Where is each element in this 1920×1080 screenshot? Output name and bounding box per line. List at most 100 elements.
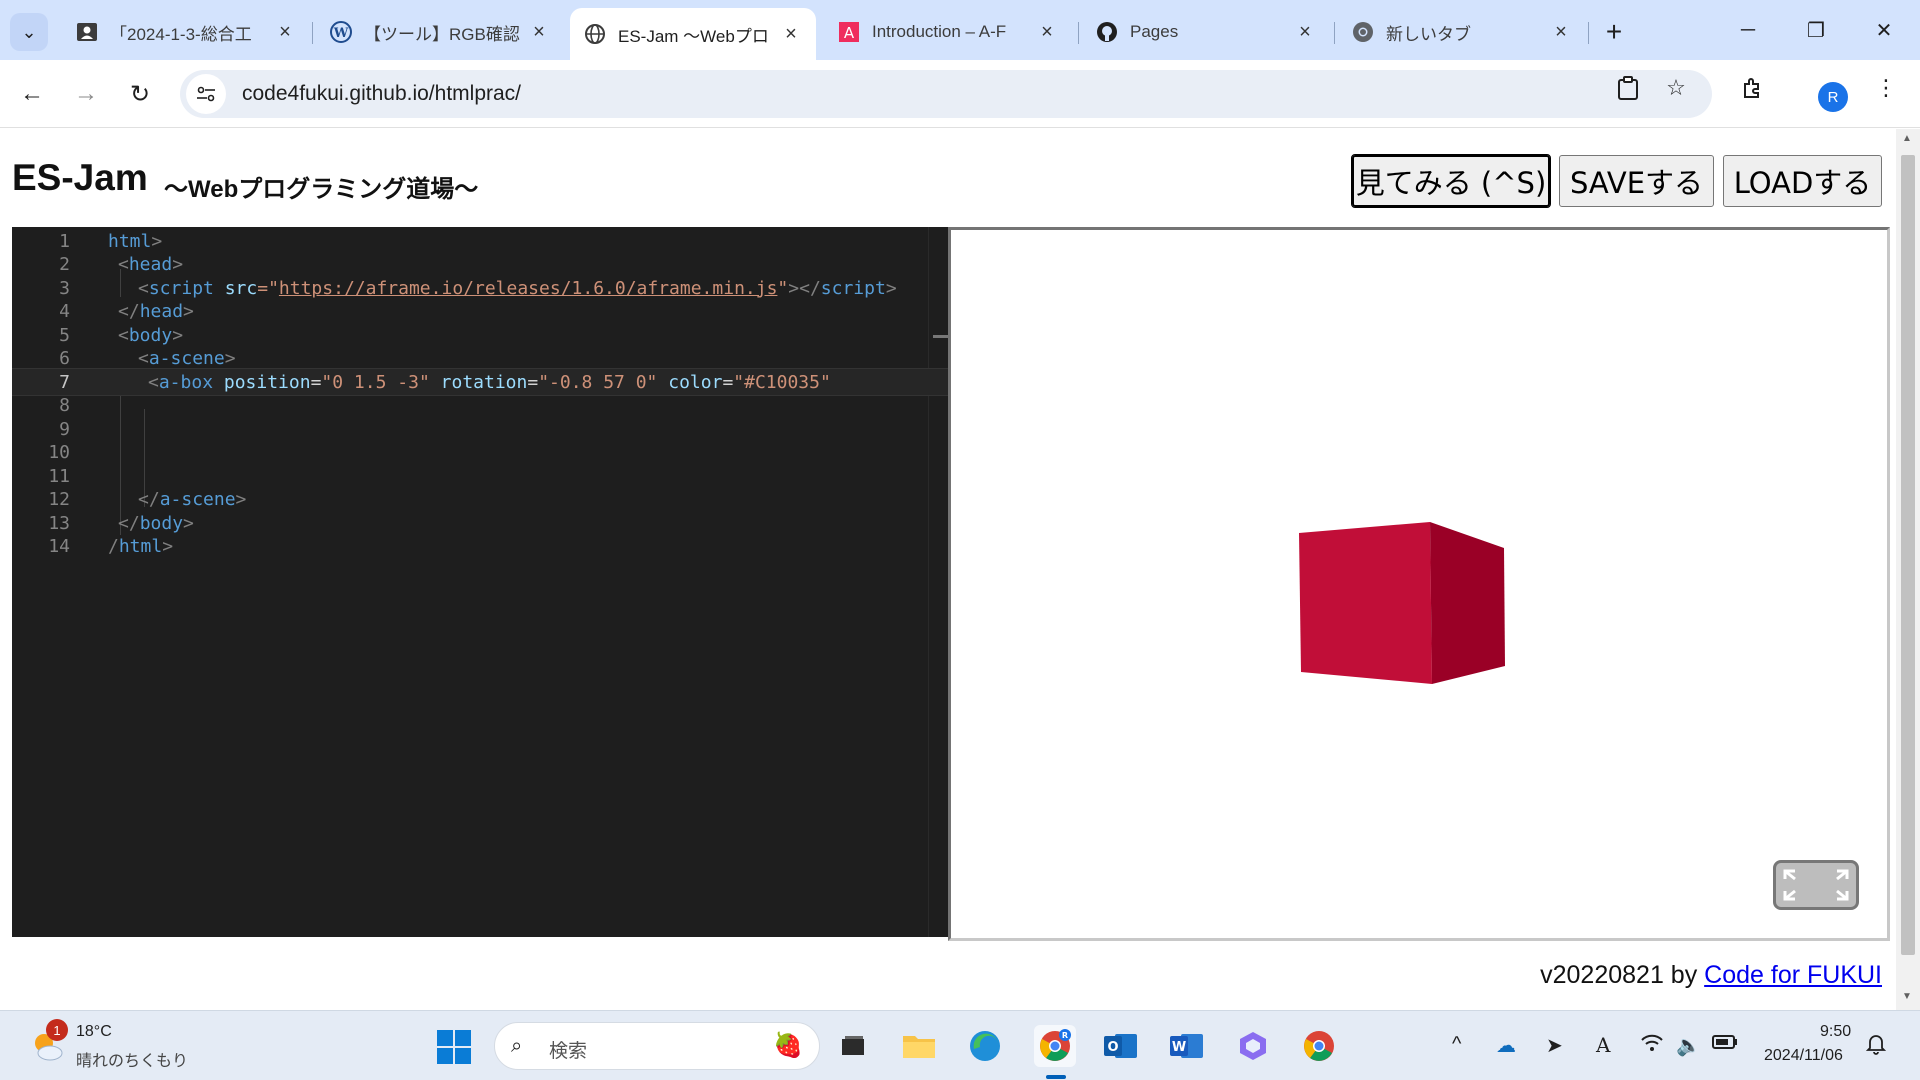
- active-app-indicator: [1046, 1075, 1066, 1079]
- tab-6[interactable]: 新しいタブ ×: [1338, 10, 1586, 54]
- code-token: >: [224, 348, 236, 369]
- tab-title: Pages: [1130, 22, 1179, 41]
- edge-icon[interactable]: [964, 1025, 1006, 1067]
- code-token: =": [257, 277, 279, 299]
- close-window-button[interactable]: ✕: [1854, 10, 1914, 50]
- chevron-up-icon[interactable]: ^: [1452, 1033, 1461, 1056]
- code-token: >: [235, 489, 247, 510]
- location-icon[interactable]: ➤: [1546, 1033, 1563, 1058]
- svg-text:A: A: [844, 24, 855, 42]
- volume-icon[interactable]: 🔈: [1676, 1033, 1701, 1058]
- profile-avatar[interactable]: R: [1818, 82, 1848, 112]
- close-icon[interactable]: ×: [528, 21, 550, 43]
- code-for-fukui-link[interactable]: Code for FUKUI: [1704, 961, 1882, 989]
- code-token: =: [310, 371, 322, 393]
- load-button[interactable]: LOADする: [1723, 155, 1882, 207]
- line-number: 8: [59, 395, 70, 416]
- code-text: <body>: [118, 325, 183, 346]
- weather-temperature[interactable]: 18°C: [76, 1023, 112, 1041]
- code-token: head: [128, 254, 173, 275]
- tab-search-button[interactable]: ⌄: [10, 13, 48, 51]
- aframe-scene[interactable]: [951, 230, 1887, 938]
- tab-1[interactable]: 「2024-1-3-総合工 ×: [62, 10, 310, 54]
- page-scrollbar[interactable]: ▲ ▼: [1896, 129, 1920, 1010]
- reload-button[interactable]: ↻: [122, 76, 158, 112]
- github-icon: [1096, 21, 1118, 43]
- more-menu-icon[interactable]: ⋮: [1868, 70, 1904, 106]
- code-token: "-0.8 57 0": [538, 371, 658, 393]
- bookmark-star-icon[interactable]: ☆: [1658, 70, 1694, 106]
- forward-button[interactable]: →: [68, 76, 104, 112]
- taskbar-search[interactable]: ⌕ 検索 🍓: [494, 1022, 820, 1070]
- clipboard-icon[interactable]: [1610, 70, 1646, 106]
- scroll-down-icon[interactable]: ▼: [1902, 991, 1912, 1002]
- code-line[interactable]: 14/html>: [12, 533, 948, 561]
- preview-frame[interactable]: [948, 227, 1890, 941]
- scroll-up-icon[interactable]: ▲: [1902, 133, 1912, 144]
- tab-3-active[interactable]: ES-Jam 〜Webプロ ×: [570, 8, 816, 60]
- code-token: >: [162, 536, 174, 557]
- code-token: ></: [788, 277, 821, 299]
- windows-start-icon[interactable]: [436, 1029, 472, 1065]
- wifi-icon[interactable]: [1640, 1033, 1664, 1059]
- extensions-icon[interactable]: [1734, 70, 1770, 106]
- chrome-canary-icon[interactable]: [1298, 1025, 1340, 1067]
- code-text: <head>: [118, 254, 183, 275]
- minimize-button[interactable]: ─: [1718, 10, 1778, 50]
- battery-icon[interactable]: [1712, 1033, 1738, 1056]
- tab-5[interactable]: Pages ×: [1082, 10, 1330, 54]
- code-token: <: [138, 277, 149, 299]
- close-icon[interactable]: ×: [274, 21, 296, 43]
- weather-description[interactable]: 晴れのちくもり: [76, 1047, 188, 1071]
- fullscreen-button[interactable]: [1773, 860, 1859, 910]
- outlook-icon[interactable]: O: [1100, 1025, 1142, 1067]
- close-icon[interactable]: ×: [780, 23, 802, 45]
- search-icon: ⌕: [511, 1035, 523, 1057]
- close-icon[interactable]: ×: [1294, 21, 1316, 43]
- address-bar[interactable]: code4fukui.github.io/htmlprac/: [180, 70, 1712, 118]
- word-icon[interactable]: W: [1166, 1025, 1208, 1067]
- close-icon[interactable]: ×: [1036, 21, 1058, 43]
- restore-icon: ❐: [1807, 19, 1825, 42]
- chrome-icon[interactable]: R: [1034, 1025, 1076, 1067]
- site-settings-icon[interactable]: [186, 74, 226, 114]
- close-icon[interactable]: ×: [1550, 21, 1572, 43]
- back-button[interactable]: ←: [14, 76, 50, 112]
- code-token: </: [118, 301, 140, 322]
- url-text[interactable]: code4fukui.github.io/htmlprac/: [242, 82, 521, 106]
- save-button[interactable]: SAVEする: [1559, 155, 1714, 207]
- person-card-icon: [76, 21, 98, 43]
- line-number: 5: [59, 324, 70, 346]
- clock-date[interactable]: 2024/11/06: [1764, 1047, 1843, 1065]
- new-tab-button[interactable]: +: [1596, 14, 1632, 50]
- bell-icon[interactable]: [1865, 1033, 1887, 1061]
- scrollbar-thumb[interactable]: [1901, 155, 1915, 955]
- code-token: <: [138, 348, 149, 369]
- code-token: color: [668, 371, 723, 393]
- onedrive-icon[interactable]: ☁: [1496, 1033, 1516, 1058]
- tab-separator: [1588, 22, 1589, 44]
- view-button[interactable]: 見てみる (^S): [1351, 154, 1551, 208]
- tab-title: 「2024-1-3-総合工: [110, 24, 252, 44]
- search-highlight-icon: 🍓: [773, 1032, 803, 1059]
- code-editor[interactable]: 1 html> 2 <head> 3 <script src="https://afram…: [12, 227, 948, 937]
- code-token: </: [118, 512, 140, 534]
- copilot-icon[interactable]: [1232, 1025, 1274, 1067]
- tab-4[interactable]: A Introduction – A-F ×: [824, 10, 1072, 54]
- tab-2[interactable]: W 【ツール】RGB確認ツ ×: [316, 10, 564, 54]
- windows-taskbar: 1 18°C 晴れのちくもり ⌕ 検索 🍓 R O W ^ ☁ ➤ A 🔈 9:…: [0, 1010, 1920, 1080]
- file-explorer-icon[interactable]: [898, 1025, 940, 1067]
- version-text: v20220821 by: [1540, 961, 1705, 989]
- clock-time[interactable]: 9:50: [1820, 1023, 1851, 1041]
- code-token: a-scene: [159, 489, 236, 510]
- code-text: </body>: [118, 513, 194, 534]
- page-subtitle: 〜Webプログラミング道場〜: [164, 176, 479, 203]
- code-token: >: [172, 324, 184, 346]
- cube-front-face: [1299, 522, 1432, 684]
- restore-button[interactable]: ❐: [1786, 10, 1846, 50]
- task-view-icon[interactable]: [832, 1025, 874, 1067]
- ime-icon[interactable]: A: [1596, 1033, 1610, 1057]
- reload-icon: ↻: [129, 80, 151, 108]
